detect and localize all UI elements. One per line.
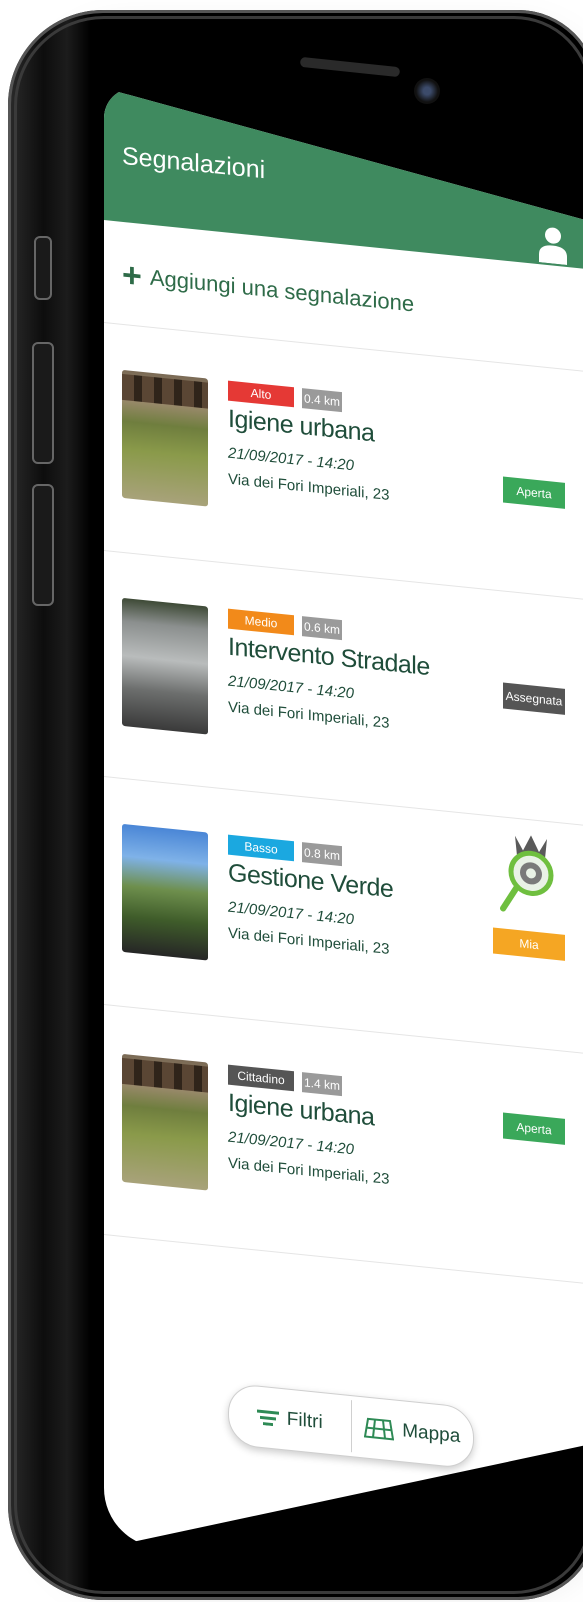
status-badge: Assegnata bbox=[503, 682, 565, 715]
report-address: Via dei Fori Imperiali, 23 bbox=[228, 470, 390, 504]
user-icon[interactable] bbox=[539, 224, 567, 266]
report-address: Via dei Fori Imperiali, 23 bbox=[228, 1154, 390, 1188]
mute-switch bbox=[34, 236, 52, 300]
fallen-tree-photo bbox=[122, 823, 208, 961]
status-badge: Aperta bbox=[503, 1112, 565, 1145]
page-title: Segnalazioni bbox=[122, 141, 266, 185]
distance-badge: 0.4 km bbox=[302, 388, 342, 413]
magnifier-logo-icon bbox=[500, 835, 554, 912]
report-title: Igiene urbana bbox=[228, 404, 375, 448]
status-badge: Aperta bbox=[503, 476, 565, 509]
filter-icon bbox=[256, 1409, 279, 1427]
volume-down-button bbox=[32, 484, 54, 606]
report-datetime: 21/09/2017 - 14:20 bbox=[228, 898, 354, 929]
report-title: Gestione Verde bbox=[228, 858, 394, 904]
map-label: Mappa bbox=[402, 1420, 461, 1448]
distance-badge: 1.4 km bbox=[302, 1072, 342, 1097]
report-address: Via dei Fori Imperiali, 23 bbox=[228, 698, 390, 732]
bottom-action-bar: Filtri Mappa bbox=[228, 1382, 474, 1470]
screen-content: Segnalazioni + Aggiungi una segnalazione… bbox=[104, 88, 583, 1548]
map-button[interactable]: Mappa bbox=[352, 1396, 474, 1468]
ruins-photo bbox=[122, 1053, 208, 1191]
report-card[interactable]: Cittadino 1.4 km Igiene urbana 21/09/201… bbox=[104, 1052, 583, 1301]
report-address: Via dei Fori Imperiali, 23 bbox=[228, 924, 390, 958]
filters-label: Filtri bbox=[286, 1408, 323, 1434]
report-datetime: 21/09/2017 - 14:20 bbox=[228, 1128, 354, 1159]
priority-badge: Cittadino bbox=[228, 1064, 294, 1092]
distance-badge: 0.6 km bbox=[302, 616, 342, 641]
pothole-photo bbox=[122, 597, 208, 735]
plus-icon: + bbox=[122, 255, 142, 296]
report-datetime: 21/09/2017 - 14:20 bbox=[228, 672, 354, 703]
report-card[interactable]: Basso 0.8 km Gestione Verde 21/09/2017 -… bbox=[104, 822, 583, 1071]
report-card[interactable]: Alto 0.4 km Igiene urbana 21/09/2017 - 1… bbox=[104, 368, 583, 617]
filters-button[interactable]: Filtri bbox=[229, 1384, 351, 1456]
report-title: Intervento Stradale bbox=[228, 632, 430, 682]
priority-badge: Basso bbox=[228, 834, 294, 862]
add-report-button[interactable]: + Aggiungi una segnalazione bbox=[122, 255, 415, 322]
report-datetime: 21/09/2017 - 14:20 bbox=[228, 444, 354, 475]
report-card[interactable]: Medio 0.6 km Intervento Stradale 21/09/2… bbox=[104, 596, 583, 845]
divider bbox=[104, 322, 583, 372]
app-screen: Segnalazioni + Aggiungi una segnalazione… bbox=[104, 88, 583, 1548]
volume-up-button bbox=[32, 342, 54, 464]
priority-badge: Alto bbox=[228, 380, 294, 408]
distance-badge: 0.8 km bbox=[302, 842, 342, 867]
add-report-label: Aggiungi una segnalazione bbox=[149, 264, 415, 317]
status-badge: Mia bbox=[493, 927, 565, 961]
ruins-photo bbox=[122, 369, 208, 507]
report-title: Igiene urbana bbox=[228, 1088, 375, 1132]
map-icon bbox=[364, 1417, 395, 1441]
front-camera bbox=[414, 78, 440, 104]
priority-badge: Medio bbox=[228, 608, 294, 636]
